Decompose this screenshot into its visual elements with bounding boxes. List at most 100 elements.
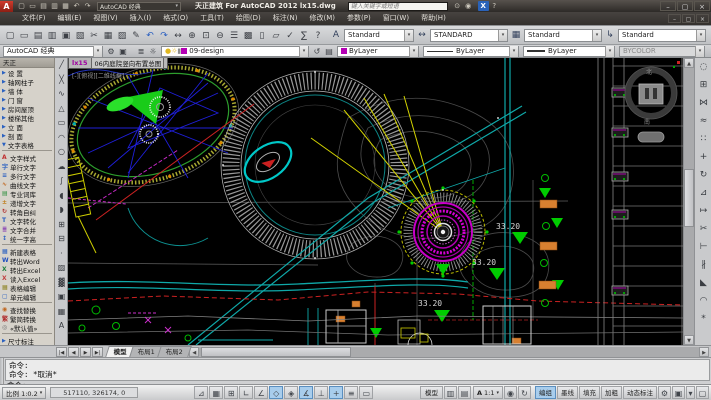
polygon-icon[interactable]: △: [55, 102, 68, 117]
copy-icon[interactable]: ▦: [101, 28, 115, 43]
bold-toggle[interactable]: 加粗: [601, 386, 622, 399]
region-icon[interactable]: ▣: [55, 290, 68, 305]
qat-undo-icon[interactable]: ↶: [71, 1, 82, 11]
workspace-switching-icon[interactable]: ⚙: [658, 386, 671, 399]
maximize-button[interactable]: ▢: [677, 1, 693, 11]
rectangle-icon[interactable]: ▭: [55, 116, 68, 131]
annotation-visibility-icon[interactable]: ◉: [504, 386, 517, 399]
help-icon[interactable]: ?: [489, 1, 500, 11]
erase-icon[interactable]: ◌: [695, 58, 711, 76]
group-toggle[interactable]: 编组: [535, 386, 556, 399]
help-icon[interactable]: ?: [311, 28, 325, 43]
menu-view[interactable]: 视图(V): [87, 12, 123, 25]
vertical-scroll-track[interactable]: [684, 68, 694, 335]
quick-properties-toggle[interactable]: ▭: [359, 386, 373, 399]
undo-icon[interactable]: ↶: [143, 28, 157, 43]
drawing-canvas[interactable]: lx15 06内庭院竖向布置总图 [-][俯视][二维线框]: [68, 58, 683, 345]
dyn-toggle[interactable]: +: [329, 386, 343, 399]
table-style-combo[interactable]: Standard ▾: [524, 29, 602, 42]
qat-plot-icon[interactable]: ▦: [60, 1, 71, 11]
open-icon[interactable]: ▭: [17, 28, 31, 43]
make-current-layer-icon[interactable]: ↺: [311, 46, 323, 57]
menu-help[interactable]: 帮助(H): [415, 12, 452, 25]
vertical-scroll-thumb[interactable]: [684, 169, 694, 227]
item-defaults[interactable]: ◎«默认值»: [0, 323, 54, 332]
menu-modify[interactable]: 修改(M): [303, 12, 341, 25]
ortho-toggle[interactable]: ∟: [239, 386, 253, 399]
line-icon[interactable]: ╱: [55, 58, 68, 73]
layer-previous-icon[interactable]: ▤: [323, 46, 335, 57]
properties-icon[interactable]: ☰: [227, 28, 241, 43]
sign-in-icon[interactable]: ◉: [463, 1, 474, 11]
break-icon[interactable]: ∦: [695, 256, 711, 274]
paste-icon[interactable]: ▨: [115, 28, 129, 43]
markup-icon[interactable]: ✓: [283, 28, 297, 43]
dim-style-combo[interactable]: STANDARD ▾: [430, 29, 508, 42]
revcloud-icon[interactable]: ☁: [55, 160, 68, 175]
last-tab-icon[interactable]: ▶|: [92, 347, 103, 357]
rotate-icon[interactable]: ↻: [695, 166, 711, 184]
tool-palettes-icon[interactable]: ▯: [255, 28, 269, 43]
circle-icon[interactable]: ○: [55, 145, 68, 160]
menu-file[interactable]: 文件(F): [16, 12, 52, 25]
array-icon[interactable]: ∷: [695, 130, 711, 148]
layer-states-icon[interactable]: ☼: [147, 46, 159, 57]
multileader-style-combo[interactable]: Standard ▾: [618, 29, 706, 42]
zoom-window-icon[interactable]: ⊡: [199, 28, 213, 43]
stretch-icon[interactable]: ↦: [695, 202, 711, 220]
qat-open-icon[interactable]: ▭: [27, 1, 38, 11]
infer-constraints-toggle[interactable]: ⊿: [194, 386, 208, 399]
horizontal-scrollbar[interactable]: ◀ ▶: [189, 347, 709, 357]
new-icon[interactable]: ▢: [3, 28, 17, 43]
ellipse-arc-icon[interactable]: ◗: [55, 203, 68, 218]
chamfer-icon[interactable]: ◣: [695, 274, 711, 292]
text-style-combo[interactable]: Standard ▾: [344, 29, 414, 42]
scroll-up-icon[interactable]: ▲: [684, 58, 694, 68]
explode-icon[interactable]: *: [695, 310, 711, 328]
scale-icon[interactable]: ⊿: [695, 184, 711, 202]
osnap-3d-toggle[interactable]: ◈: [284, 386, 298, 399]
grid-toggle[interactable]: ⊞: [224, 386, 238, 399]
doc-minimize-button[interactable]: –: [668, 14, 681, 23]
workspace-combo[interactable]: AutoCAD 经典 ▾: [97, 2, 181, 11]
offset-icon[interactable]: ≈: [695, 112, 711, 130]
lineweight-toggle[interactable]: ≡: [344, 386, 358, 399]
qat-save-icon[interactable]: ▤: [38, 1, 49, 11]
scroll-right-icon[interactable]: ▶: [699, 347, 709, 357]
layer-properties-icon[interactable]: ≣: [135, 46, 147, 57]
table-icon[interactable]: ▦: [55, 305, 68, 320]
menu-edit[interactable]: 编辑(E): [52, 12, 88, 25]
menu-parametric[interactable]: 参数(P): [341, 12, 377, 25]
osnap-toggle[interactable]: ◇: [269, 386, 283, 399]
linetype-combo[interactable]: ByLayer ▾: [423, 46, 519, 57]
extend-icon[interactable]: ⊢: [695, 238, 711, 256]
quickcalc-icon[interactable]: ∑: [297, 28, 311, 43]
insert-block-icon[interactable]: ⊞: [55, 218, 68, 233]
ink-line-toggle[interactable]: 墨线: [557, 386, 578, 399]
gradient-icon[interactable]: ▓: [55, 276, 68, 291]
spline-icon[interactable]: ∫: [55, 174, 68, 189]
designcenter-icon[interactable]: ▩: [241, 28, 255, 43]
exchange-icon[interactable]: X: [478, 1, 489, 11]
clean-screen-button[interactable]: ▢: [696, 386, 709, 399]
status-menu-arrow-icon[interactable]: ▾: [686, 386, 695, 399]
color-combo[interactable]: ByLayer ▾: [337, 46, 419, 57]
cut-icon[interactable]: ✂: [87, 28, 101, 43]
zoom-realtime-icon[interactable]: ⊕: [185, 28, 199, 43]
horizontal-scroll-track[interactable]: [199, 347, 699, 357]
item-unify-height[interactable]: ↕统一字高: [0, 234, 54, 243]
menu-tools[interactable]: 工具(T): [194, 12, 230, 25]
workspace-save-icon[interactable]: ▣: [117, 46, 129, 57]
quick-view-layouts-icon[interactable]: ▥: [444, 386, 457, 399]
workspaces-combo[interactable]: AutoCAD 经典 ▾: [3, 46, 103, 57]
ellipse-icon[interactable]: ◖: [55, 189, 68, 204]
menu-text-table[interactable]: ▼文字表格: [0, 140, 54, 149]
prev-tab-icon[interactable]: ◀: [68, 347, 79, 357]
scroll-down-icon[interactable]: ▼: [684, 335, 694, 345]
dynamic-dim-toggle[interactable]: 动态标注: [623, 386, 657, 399]
qat-saveas-icon[interactable]: ▥: [49, 1, 60, 11]
menu-insert[interactable]: 插入(I): [124, 12, 158, 25]
next-tab-icon[interactable]: ▶: [80, 347, 91, 357]
item-cell-edit[interactable]: ▢单元编辑: [0, 292, 54, 301]
plot-preview-icon[interactable]: ▣: [59, 28, 73, 43]
